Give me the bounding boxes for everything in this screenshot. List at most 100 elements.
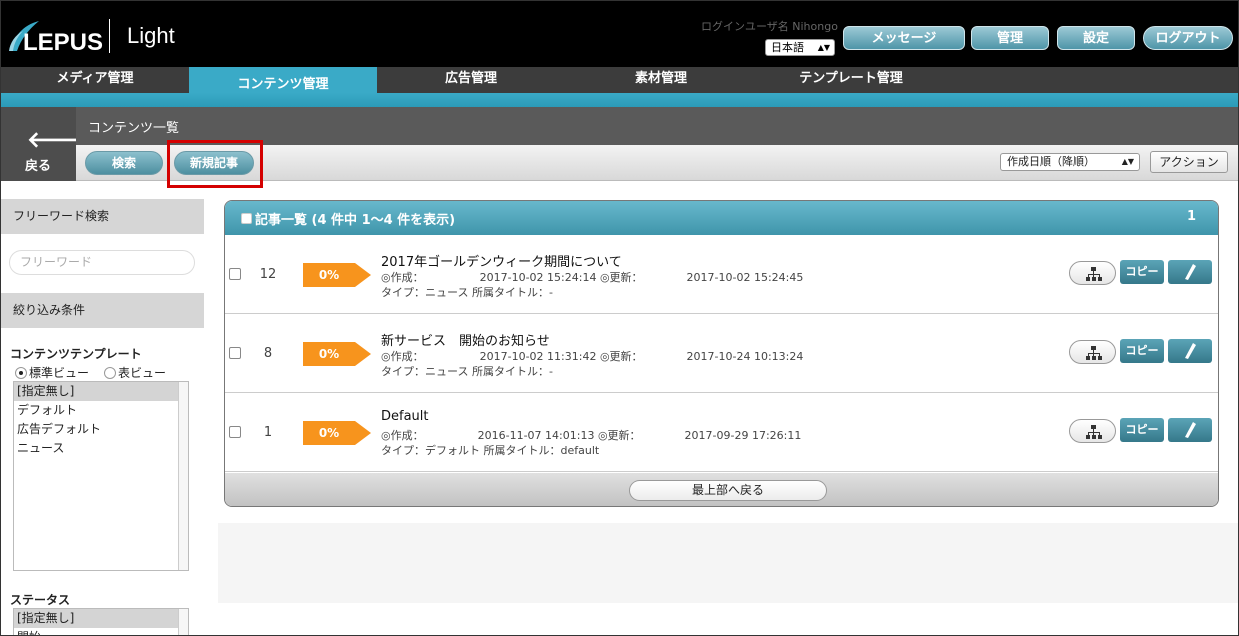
template-listbox[interactable]: [指定無し] デフォルト 広告デフォルト ニュース xyxy=(13,381,189,571)
nav-ads[interactable]: 広告管理 xyxy=(377,67,565,93)
row-checkbox[interactable] xyxy=(229,268,241,280)
article-list-header: 記事一覧 (4 件中 1〜4 件を表示) 1 xyxy=(225,201,1218,235)
copy-button[interactable]: コピー xyxy=(1120,339,1164,363)
updated-label: ◎更新： xyxy=(597,429,641,442)
logo-text: LEPUS xyxy=(23,29,104,56)
updated-date: 2017-09-29 17:26:11 xyxy=(684,429,802,442)
list-item[interactable]: ニュース xyxy=(14,439,188,458)
article-title[interactable]: Default xyxy=(381,409,429,424)
list-item[interactable]: 開始 xyxy=(14,628,188,635)
sitemap-button[interactable] xyxy=(1069,261,1116,285)
radio-standard-view[interactable]: 標準ビュー xyxy=(15,364,89,381)
scrollbar[interactable] xyxy=(178,609,188,635)
progress-value: 0% xyxy=(318,268,340,282)
updated-label: ◎更新： xyxy=(599,271,643,284)
article-dates: ◎作成： 2017-10-02 11:31:42 ◎更新： 2017-10-24 1… xyxy=(381,348,803,364)
nav-media[interactable]: メディア管理 xyxy=(1,67,189,93)
sitemap-button[interactable] xyxy=(1069,340,1116,364)
article-list-title: 記事一覧 (4 件中 1〜4 件を表示) xyxy=(255,213,456,228)
updated-date: 2017-10-24 10:13:24 xyxy=(686,350,804,363)
created-label: ◎作成： xyxy=(381,429,424,442)
search-button[interactable]: 検索 xyxy=(85,151,163,175)
article-type: タイプ：ニュース 所属タイトル：- xyxy=(381,365,553,378)
row-checkbox[interactable] xyxy=(229,426,241,438)
logo-divider xyxy=(109,19,110,53)
updated-date: 2017-10-02 15:24:45 xyxy=(686,271,804,284)
radio-table-label: 表ビュー xyxy=(118,366,167,380)
table-row: 8 0% 新サービス 開始のお知らせ ◎作成： 2017-10-02 11:31:… xyxy=(225,314,1218,393)
article-list-footer: 最上部へ戻る xyxy=(225,473,1218,506)
nav-templates[interactable]: テンプレート管理 xyxy=(757,67,945,93)
select-arrows-icon: ▲▼ xyxy=(1121,157,1134,166)
back-label: 戻る xyxy=(25,159,52,174)
edit-button[interactable] xyxy=(1168,418,1212,442)
radio-checked-icon xyxy=(15,367,27,379)
list-item[interactable]: [指定無し] xyxy=(14,609,188,628)
progress-value: 0% xyxy=(318,347,340,361)
select-all-checkbox[interactable] xyxy=(241,213,252,224)
list-item[interactable]: 広告デフォルト xyxy=(14,420,188,439)
message-button[interactable]: メッセージ xyxy=(843,26,965,50)
sitemap-icon xyxy=(1086,267,1102,281)
copy-button[interactable]: コピー xyxy=(1120,260,1164,284)
content-background xyxy=(218,523,1238,603)
settings-button[interactable]: 設定 xyxy=(1057,26,1135,50)
article-type: タイプ：デフォルト 所属タイトル：default xyxy=(381,444,600,457)
sort-select[interactable]: 作成日順（降順） ▲▼ xyxy=(1000,153,1140,171)
progress-badge: 0% xyxy=(303,342,371,366)
article-dates: ◎作成： 2017-10-02 15:24:14 ◎更新： 2017-10-02 1… xyxy=(381,269,803,285)
row-checkbox[interactable] xyxy=(229,347,241,359)
language-select[interactable]: 日本語 ▲▼ xyxy=(765,39,835,56)
table-row: 12 0% 2017年ゴールデンウィーク期間について ◎作成： 2017-10-0… xyxy=(225,235,1218,314)
select-arrows-icon: ▲▼ xyxy=(817,43,830,52)
back-to-top-button[interactable]: 最上部へ戻る xyxy=(629,480,827,501)
radio-unchecked-icon xyxy=(104,367,116,379)
edit-button[interactable] xyxy=(1168,339,1212,363)
article-title[interactable]: 2017年ゴールデンウィーク期間について xyxy=(381,251,622,270)
radio-standard-label: 標準ビュー xyxy=(29,366,90,380)
page-number[interactable]: 1 xyxy=(1187,209,1196,224)
progress-value: 0% xyxy=(318,426,340,440)
user-name: ログインユーザ名 Nihongo xyxy=(701,20,838,33)
language-value: 日本語 xyxy=(771,41,804,54)
article-type: タイプ：ニュース 所属タイトル：- xyxy=(381,286,553,299)
article-id: 1 xyxy=(263,425,273,440)
product-name: Light xyxy=(127,23,175,48)
created-date: 2017-10-02 15:24:14 xyxy=(479,271,597,284)
copy-button[interactable]: コピー xyxy=(1120,418,1164,442)
sort-value: 作成日順（降順） xyxy=(1007,155,1095,168)
sitemap-icon xyxy=(1086,346,1102,360)
freeword-input[interactable]: フリーワード xyxy=(9,250,195,275)
action-button[interactable]: アクション xyxy=(1150,151,1228,173)
scrollbar[interactable] xyxy=(178,382,188,570)
article-dates: ◎作成： 2016-11-07 14:01:13 ◎更新： 2017-09-29 1… xyxy=(381,427,801,443)
pencil-icon xyxy=(1185,422,1196,438)
updated-label: ◎更新： xyxy=(599,350,643,363)
logout-button[interactable]: ログアウト xyxy=(1143,26,1233,50)
sitemap-button[interactable] xyxy=(1069,419,1116,443)
table-row: 1 0% Default ◎作成： 2016-11-07 14:01:13 ◎更新… xyxy=(225,393,1218,472)
status-label: ステータス xyxy=(10,593,71,607)
article-id: 8 xyxy=(263,346,273,361)
status-listbox[interactable]: [指定無し] 開始 xyxy=(13,608,189,635)
filter-heading: 絞り込み条件 xyxy=(1,293,204,328)
pencil-icon xyxy=(1185,264,1196,280)
page-title: コンテンツ一覧 xyxy=(88,121,180,136)
highlight-box xyxy=(167,140,263,188)
created-label: ◎作成： xyxy=(381,271,424,284)
list-item[interactable]: デフォルト xyxy=(14,401,188,420)
progress-badge: 0% xyxy=(303,421,371,445)
manage-button[interactable]: 管理 xyxy=(971,26,1049,50)
article-title[interactable]: 新サービス 開始のお知らせ xyxy=(381,330,550,349)
radio-table-view[interactable]: 表ビュー xyxy=(104,364,166,381)
article-list-panel: 記事一覧 (4 件中 1〜4 件を表示) 1 12 0% 2017年ゴールデンウ… xyxy=(224,200,1219,507)
template-label: コンテンツテンプレート xyxy=(10,347,142,361)
edit-button[interactable] xyxy=(1168,260,1212,284)
list-item[interactable]: [指定無し] xyxy=(14,382,188,401)
progress-badge: 0% xyxy=(303,263,371,287)
created-label: ◎作成： xyxy=(381,350,424,363)
created-date: 2017-10-02 11:31:42 xyxy=(479,350,597,363)
freeword-heading: フリーワード検索 xyxy=(1,199,204,234)
nav-materials[interactable]: 素材管理 xyxy=(565,67,757,93)
created-date: 2016-11-07 14:01:13 xyxy=(477,429,595,442)
